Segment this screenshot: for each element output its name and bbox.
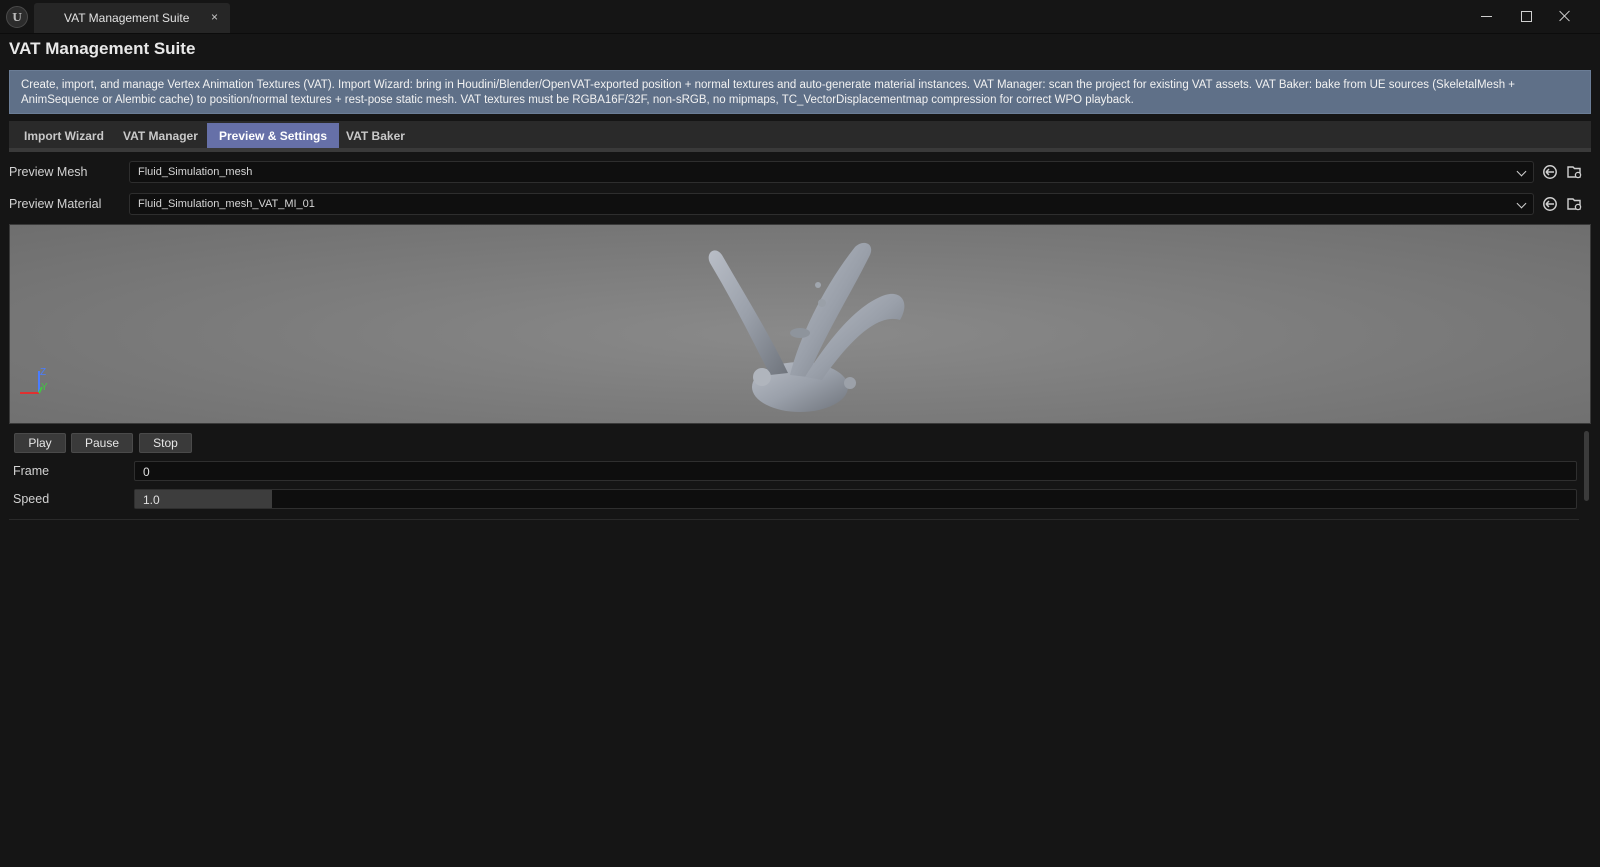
frame-value: 0: [143, 465, 150, 479]
preview-material-label: Preview Material: [9, 197, 102, 211]
tab-vat-manager[interactable]: VAT Manager: [111, 123, 210, 148]
info-banner: Create, import, and manage Vertex Animat…: [9, 70, 1591, 114]
speed-label: Speed: [13, 492, 50, 506]
ue-logo-icon: U: [6, 6, 28, 28]
svg-text:Y: Y: [41, 382, 48, 393]
frame-input[interactable]: 0: [134, 461, 1577, 481]
pause-button[interactable]: Pause: [71, 433, 133, 453]
play-button[interactable]: Play: [14, 433, 66, 453]
chevron-down-icon: [1516, 166, 1527, 177]
document-tab-label: VAT Management Suite: [64, 11, 190, 25]
speed-slider[interactable]: 1.0: [134, 489, 1577, 509]
browse-mesh-button[interactable]: [1565, 162, 1585, 182]
tab-preview-settings[interactable]: Preview & Settings: [207, 123, 340, 148]
use-selected-icon: [1543, 165, 1557, 179]
use-selected-icon: [1543, 197, 1557, 211]
svg-text:Z: Z: [40, 367, 46, 378]
close-tab-icon[interactable]: ×: [211, 10, 218, 24]
tab-strip: Import Wizard VAT Manager Preview & Sett…: [9, 121, 1591, 152]
frame-label: Frame: [13, 464, 50, 478]
close-icon: [1559, 10, 1571, 22]
preview-viewport[interactable]: Z Y: [9, 224, 1591, 424]
preview-mesh-dropdown[interactable]: Fluid_Simulation_mesh: [129, 161, 1534, 183]
preview-material-dropdown[interactable]: Fluid_Simulation_mesh_VAT_MI_01: [129, 193, 1534, 215]
preview-mesh-value: Fluid_Simulation_mesh: [138, 166, 253, 178]
fluid-mesh-render: Z Y: [20, 242, 905, 412]
use-selected-mesh-button[interactable]: [1540, 162, 1560, 182]
maximize-icon: [1520, 10, 1532, 22]
close-window-button[interactable]: [1548, 4, 1582, 28]
section-divider: [9, 519, 1579, 520]
use-selected-material-button[interactable]: [1540, 194, 1560, 214]
panel-scrollbar[interactable]: [1584, 431, 1589, 501]
document-tab[interactable]: VAT Management Suite ×: [34, 3, 230, 33]
tab-import-wizard[interactable]: Import Wizard: [12, 123, 116, 148]
speed-value: 1.0: [143, 493, 160, 507]
page-title: VAT Management Suite: [9, 39, 196, 58]
tab-vat-baker[interactable]: VAT Baker: [334, 123, 417, 148]
minimize-button[interactable]: [1469, 4, 1503, 28]
browse-icon: [1567, 166, 1582, 179]
chevron-down-icon: [1516, 198, 1527, 209]
minimize-icon: [1480, 15, 1492, 17]
preview-mesh-label: Preview Mesh: [9, 165, 88, 179]
browse-material-button[interactable]: [1565, 194, 1585, 214]
title-bar: U VAT Management Suite ×: [0, 0, 1600, 34]
preview-material-value: Fluid_Simulation_mesh_VAT_MI_01: [138, 198, 315, 210]
axis-gizmo-icon: Z Y: [20, 367, 48, 394]
stop-button[interactable]: Stop: [139, 433, 192, 453]
maximize-button[interactable]: [1509, 4, 1543, 28]
browse-icon: [1567, 198, 1582, 211]
